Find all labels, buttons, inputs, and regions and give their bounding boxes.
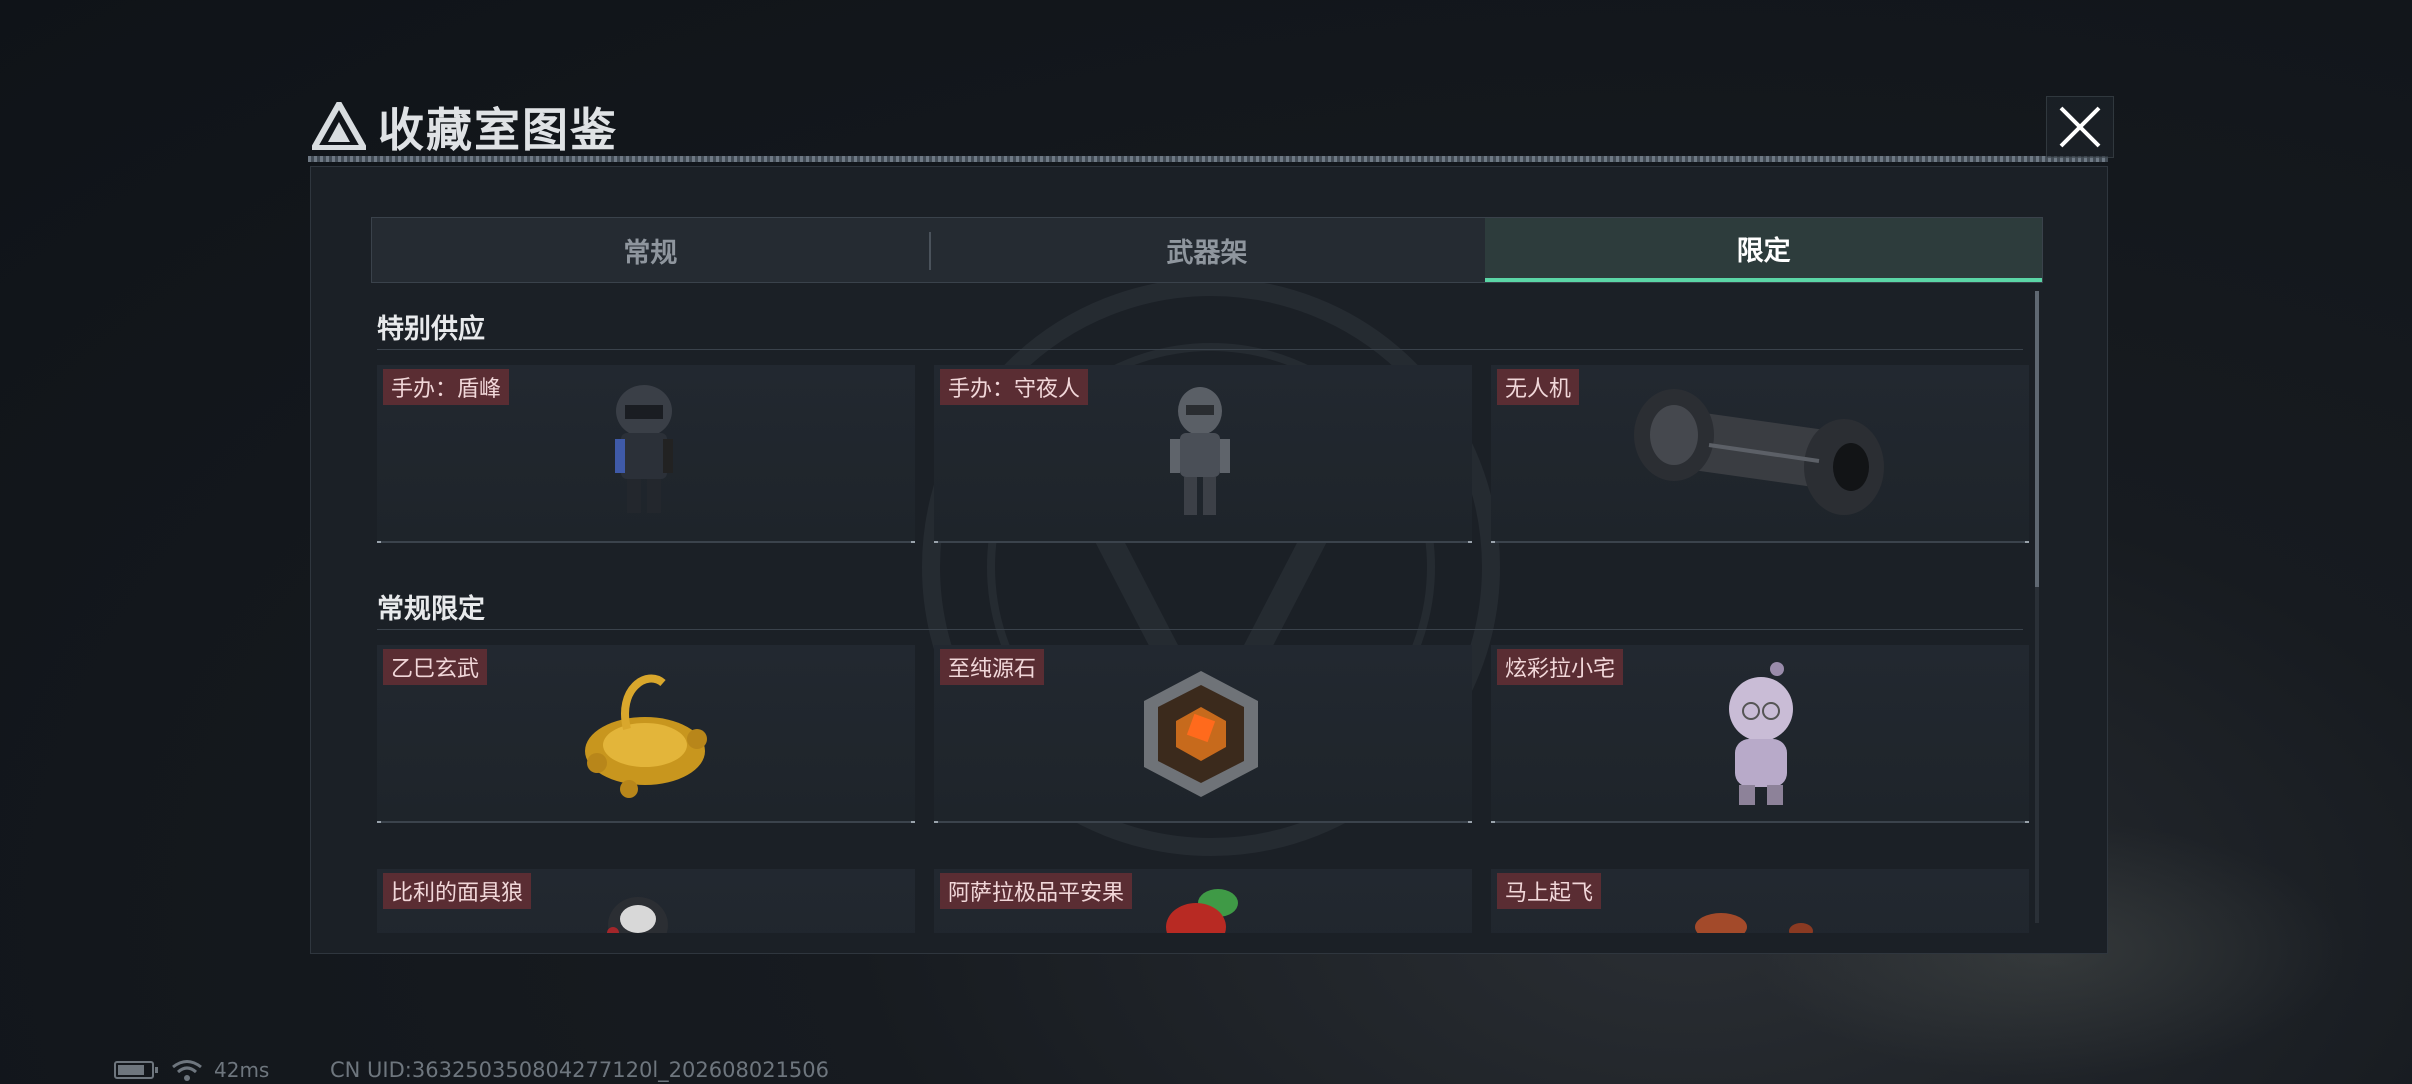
horse-icon: [1695, 913, 1813, 933]
item-card-horse[interactable]: 马上起飞: [1491, 869, 2029, 933]
item-label: 比利的面具狼: [383, 873, 532, 909]
ping-value: 42ms: [214, 1058, 270, 1082]
page-title: 收藏室图鉴: [378, 103, 618, 157]
close-button[interactable]: [2046, 96, 2114, 158]
item-label: 手办：盾峰: [383, 369, 510, 405]
item-card-peace-apple[interactable]: 阿萨拉极品平安果: [934, 869, 1472, 933]
user-uid: CN UID:363250350804277120l_202608021506: [330, 1058, 830, 1082]
item-label: 阿萨拉极品平安果: [940, 873, 1133, 909]
section-divider: [377, 349, 2023, 350]
category-tabs: 常规 武器架 限定: [371, 217, 2043, 283]
tab-regular[interactable]: 常规: [372, 218, 929, 282]
drone-cylinder-icon: [1634, 389, 1884, 515]
delta-logo-icon: [312, 102, 366, 150]
wifi-icon: [172, 1060, 202, 1081]
item-card-golden-tortoise[interactable]: 乙巳玄武: [377, 645, 915, 823]
item-card-hooded-doll[interactable]: 炫彩拉小宅: [1491, 645, 2029, 823]
item-card-mask-wolf[interactable]: 比利的面具狼: [377, 869, 915, 933]
item-card-night-watch-figure[interactable]: 手办：守夜人: [934, 365, 1472, 543]
item-card-drone[interactable]: 无人机: [1491, 365, 2029, 543]
item-label: 无人机: [1497, 369, 1580, 405]
close-icon: [2059, 106, 2101, 148]
item-label: 炫彩拉小宅: [1497, 649, 1624, 685]
collection-panel: 常规 武器架 限定 特别供应 手办：盾峰 手办：守夜人 无人机 常规限定 乙巳玄…: [310, 166, 2108, 954]
battery-icon: [114, 1061, 158, 1079]
item-card-pure-source-stone[interactable]: 至纯源石: [934, 645, 1472, 823]
night-watch-figure-icon: [1170, 387, 1230, 515]
scrollbar[interactable]: [2035, 291, 2039, 923]
section-title-special-supply: 特别供应: [377, 314, 485, 345]
item-label: 手办：守夜人: [940, 369, 1089, 405]
title-divider: [308, 156, 2108, 162]
hooded-doll-icon: [1729, 662, 1793, 805]
armored-soldier-figure-icon: [615, 385, 673, 513]
title-bar: 收藏室图鉴: [308, 88, 2118, 168]
item-label: 乙巳玄武: [383, 649, 488, 685]
collection-content[interactable]: 特别供应 手办：盾峰 手办：守夜人 无人机 常规限定 乙巳玄武 至纯源石 炫彩拉…: [371, 293, 2033, 933]
scrollbar-thumb[interactable]: [2035, 291, 2039, 587]
item-card-dunfeng-figure[interactable]: 手办：盾峰: [377, 365, 915, 543]
item-label: 至纯源石: [940, 649, 1045, 685]
section-title-regular-limited: 常规限定: [377, 594, 485, 625]
section-divider: [377, 629, 2023, 630]
mask-wolf-icon: [607, 897, 668, 933]
item-label: 马上起飞: [1497, 873, 1602, 909]
peace-apple-icon: [1166, 889, 1238, 933]
status-bar: 42ms: [114, 1058, 269, 1082]
tab-weapon-rack[interactable]: 武器架: [928, 218, 1486, 282]
golden-tortoise-snake-icon: [585, 674, 707, 798]
tab-limited[interactable]: 限定: [1485, 218, 2043, 282]
pure-source-stone-icon: [1144, 671, 1258, 797]
